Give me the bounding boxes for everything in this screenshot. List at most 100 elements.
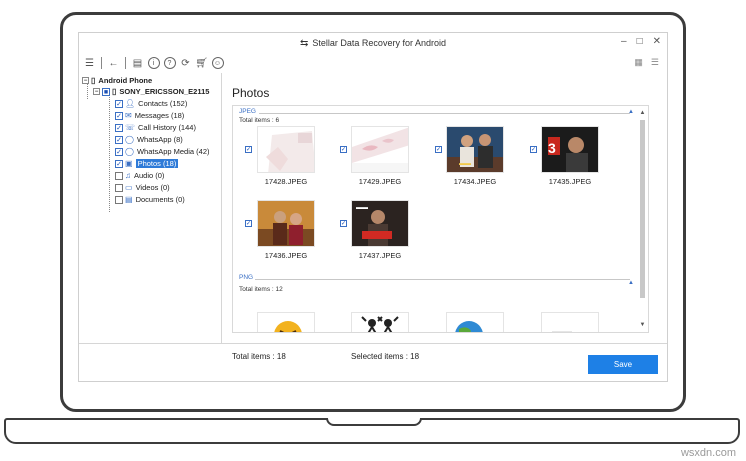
list-view-icon[interactable]: ☰ <box>651 57 659 68</box>
tree-item-whatsapp[interactable]: ✓ ◯ WhatsApp (8) <box>115 134 183 145</box>
phone-icon: ▯ <box>91 76 96 85</box>
group-divider <box>255 279 630 280</box>
collapse-group-icon[interactable]: ▲ <box>628 280 634 286</box>
tree-item-whatsapp-media[interactable]: ✓ ◯ WhatsApp Media (42) <box>115 146 210 157</box>
photo-thumbnail[interactable] <box>351 126 409 173</box>
close-button[interactable]: ✕ <box>653 36 661 47</box>
tree-device[interactable]: − ■ ▯ SONY_ERICSSON_E2115 <box>93 86 209 97</box>
collapse-icon[interactable]: − <box>82 77 89 84</box>
photo-gallery[interactable]: JPEG ▲ Total items : 6 ✓ 17428.JPEG ✓ 17… <box>232 105 649 333</box>
thumb-label: 17436.JPEG <box>264 251 308 260</box>
checkbox[interactable] <box>115 183 123 192</box>
checkbox[interactable] <box>115 171 123 180</box>
photo-thumbnail[interactable]: ▬▬ <box>446 126 504 173</box>
menu-icon[interactable]: ☰ <box>83 57 96 70</box>
whatsapp-icon: ◯ <box>125 147 134 156</box>
thumb-checkbox[interactable]: ✓ <box>245 146 252 153</box>
thumb-checkbox[interactable]: ✓ <box>435 146 442 153</box>
category-tree: − ▯ Android Phone − ■ ▯ SONY_ERICSSON_E2… <box>79 73 222 343</box>
status-bar: Total items : 18 Selected items : 18 Sav… <box>79 343 667 384</box>
checkbox[interactable]: ✓ <box>115 99 123 108</box>
scroll-up-icon[interactable]: ▲ <box>639 110 646 116</box>
collapse-group-icon[interactable]: ▲ <box>628 109 634 115</box>
device-checkbox[interactable]: ■ <box>102 87 110 96</box>
account-icon[interactable]: ☺ <box>211 57 224 69</box>
scrollbar-thumb[interactable] <box>640 120 645 298</box>
document-icon: ▤ <box>125 195 133 204</box>
group-total: Total items : 12 <box>239 286 283 293</box>
grid-view-icon[interactable]: ▦ <box>634 57 643 68</box>
selected-items-count: Selected items : 18 <box>351 352 420 361</box>
photo-thumbnail[interactable] <box>351 312 409 332</box>
page-title: Photos <box>232 86 270 100</box>
toolbar-divider <box>125 57 126 69</box>
thumb-label: 17428.JPEG <box>264 177 308 186</box>
checkbox[interactable]: ✓ <box>115 123 123 132</box>
tree-item-call-history[interactable]: ✓ ☏ Call History (144) <box>115 122 196 133</box>
group-divider <box>259 113 630 114</box>
minimize-button[interactable]: – <box>621 36 627 47</box>
toolbar-divider <box>101 57 102 69</box>
thumb-checkbox[interactable]: ✓ <box>530 146 537 153</box>
checkbox[interactable]: ✓ <box>115 135 123 144</box>
thumb-checkbox[interactable]: ✓ <box>340 146 347 153</box>
svg-text:3: 3 <box>548 140 556 156</box>
refresh-icon[interactable]: ⟳ <box>179 57 192 70</box>
toolbar: ☰ ← ▤ i ? ⟳ 🛒︎ ☺ <box>79 53 667 73</box>
tree-item-messages[interactable]: ✓ ✉ Messages (18) <box>115 110 184 121</box>
window-controls: – □ ✕ <box>621 36 661 47</box>
tree-item-photos[interactable]: ✓ ▣ Photos (18) <box>115 158 179 169</box>
title-bar: ⇆ Stellar Data Recovery for Android <box>79 33 667 53</box>
window-title: Stellar Data Recovery for Android <box>312 38 446 48</box>
photo-thumbnail[interactable] <box>446 312 504 332</box>
app-window: ⇆ Stellar Data Recovery for Android – □ … <box>78 32 668 382</box>
photo-thumbnail[interactable] <box>541 312 599 332</box>
thumb-checkbox[interactable]: ✓ <box>340 220 347 227</box>
thumb-label: 17434.JPEG <box>453 177 497 186</box>
watermark: wsxdn.com <box>680 447 736 459</box>
tree-item-audio[interactable]: ♫ Audio (0) <box>115 170 164 181</box>
thumb-checkbox[interactable]: ✓ <box>245 220 252 227</box>
scroll-down-icon[interactable]: ▼ <box>639 322 646 328</box>
whatsapp-icon: ◯ <box>125 135 134 144</box>
total-items-count: Total items : 18 <box>232 352 286 361</box>
tree-item-documents[interactable]: ▤ Documents (0) <box>115 194 185 205</box>
photo-thumbnail[interactable] <box>257 126 315 173</box>
back-icon[interactable]: ← <box>107 57 120 70</box>
thumb-label: 17437.JPEG <box>358 251 402 260</box>
checkbox[interactable]: ✓ <box>115 159 123 168</box>
app-logo-icon: ⇆ <box>300 37 309 49</box>
save-button[interactable]: Save <box>588 355 658 374</box>
maximize-button[interactable]: □ <box>637 36 643 47</box>
photo-thumbnail[interactable] <box>257 200 315 247</box>
message-icon: ✉ <box>125 111 132 120</box>
thumb-label: 17435.JPEG <box>548 177 592 186</box>
cart-icon[interactable]: 🛒︎ <box>195 57 208 70</box>
photo-thumbnail[interactable]: 3 <box>541 126 599 173</box>
collapse-icon[interactable]: − <box>93 88 100 95</box>
tree-root-android-phone[interactable]: − ▯ Android Phone <box>82 75 152 86</box>
photo-thumbnail[interactable] <box>257 312 315 332</box>
gallery-scrollbar[interactable]: ▲ ▼ <box>639 110 646 328</box>
checkbox[interactable]: ✓ <box>115 111 123 120</box>
video-icon: ▭ <box>125 183 133 192</box>
info-icon[interactable]: i <box>147 57 160 69</box>
svg-text:▬▬: ▬▬ <box>356 205 368 211</box>
laptop-base <box>4 418 740 444</box>
save-icon[interactable]: ▤ <box>131 57 144 70</box>
phone-icon: ▯ <box>112 87 117 96</box>
checkbox[interactable] <box>115 195 123 204</box>
thumb-label: 17429.JPEG <box>358 177 402 186</box>
tree-item-contacts[interactable]: ✓ 👤︎ Contacts (152) <box>115 98 187 109</box>
content-pane: Photos JPEG ▲ Total items : 6 ✓ 17428.JP… <box>222 73 667 343</box>
checkbox[interactable]: ✓ <box>115 147 123 156</box>
svg-text:▬▬: ▬▬ <box>459 161 471 167</box>
tree-item-videos[interactable]: ▭ Videos (0) <box>115 182 170 193</box>
photo-thumbnail[interactable]: ▬▬ <box>351 200 409 247</box>
photo-icon: ▣ <box>125 159 133 168</box>
tree-connector <box>109 93 110 212</box>
call-icon: ☏ <box>125 123 136 132</box>
group-label-jpeg: JPEG <box>239 108 256 115</box>
view-toggle: ▦ ☰ <box>634 57 659 68</box>
help-icon[interactable]: ? <box>163 57 176 69</box>
